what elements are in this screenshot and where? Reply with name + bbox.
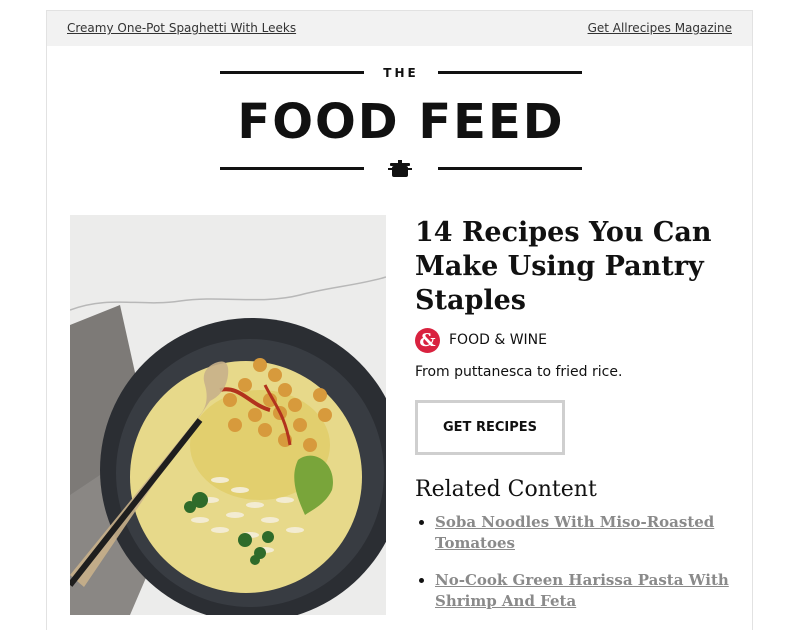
recipe-link[interactable]: Creamy One-Pot Spaghetti With Leeks [67,21,296,35]
masthead-the: THE [383,66,419,80]
feature-summary: From puttanesca to fried rice. [415,364,623,380]
cooking-pot-icon [388,160,412,177]
magazine-link[interactable]: Get Allrecipes Magazine [588,21,732,35]
list-item: Soba Noodles With Miso-Roasted Tomatoes [415,512,735,554]
bullet-icon [419,520,424,525]
feature-image[interactable] [70,215,386,615]
source-name: FOOD & WINE [449,332,547,348]
bottom-right-rule [438,167,582,170]
list-item: No-Cook Green Harissa Pasta With Shrimp … [415,570,735,612]
food-and-wine-logo-icon: & [415,328,440,353]
masthead-logo[interactable]: THE FOOD FEED [220,66,582,186]
source-row: & FOOD & WINE [415,328,735,354]
bullet-icon [419,578,424,583]
related-link[interactable]: No-Cook Green Harissa Pasta With Shrimp … [435,571,729,610]
get-recipes-button[interactable]: GET RECIPES [415,400,565,455]
feature-headline[interactable]: 14 Recipes You Can Make Using Pantry Sta… [415,216,735,318]
feature-content: 14 Recipes You Can Make Using Pantry Sta… [415,216,735,628]
related-link[interactable]: Soba Noodles With Miso-Roasted Tomatoes [435,513,714,552]
bottom-left-rule [220,167,364,170]
related-content-heading: Related Content [415,477,597,502]
related-list: Soba Noodles With Miso-Roasted Tomatoes … [415,512,735,612]
top-bar: Creamy One-Pot Spaghetti With Leeks Get … [47,11,752,46]
masthead-title: FOOD FEED [237,94,565,150]
soup-bowl-photo [70,215,386,615]
email-container: Creamy One-Pot Spaghetti With Leeks Get … [46,10,753,630]
